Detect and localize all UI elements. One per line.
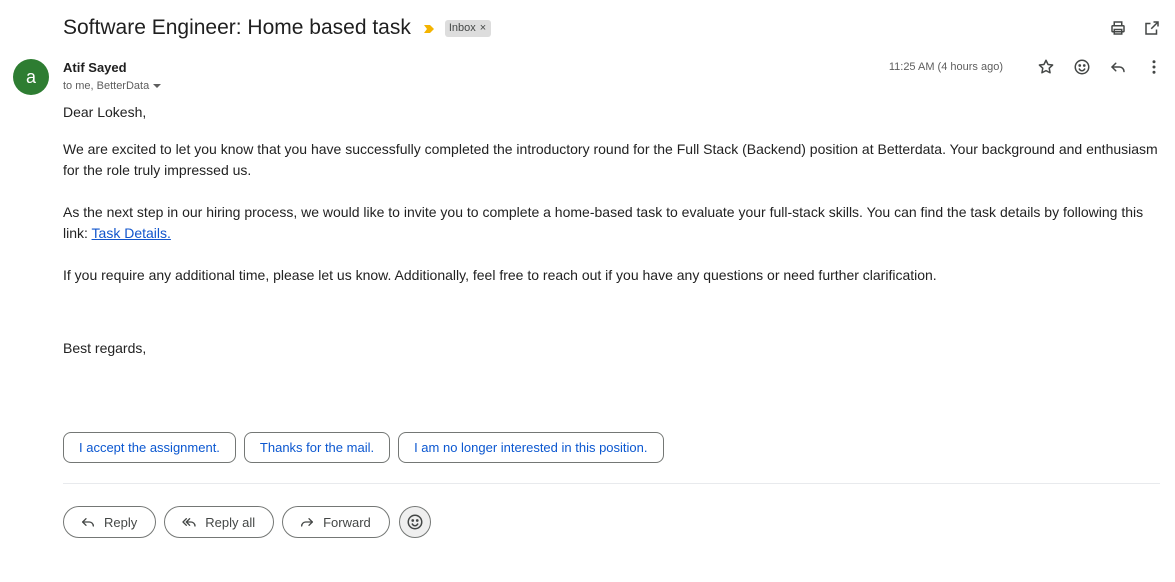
body-paragraph: We are excited to let you know that you …: [63, 141, 1158, 178]
avatar[interactable]: a: [13, 59, 49, 95]
divider: [63, 483, 1160, 484]
recipients-toggle[interactable]: to me, BetterData: [63, 80, 162, 92]
more-vert-icon[interactable]: [1145, 58, 1163, 76]
reply-icon[interactable]: [1109, 58, 1127, 76]
timestamp: 11:25 AM (4 hours ago): [888, 61, 1003, 73]
body-paragraph: If you require any additional time, plea…: [63, 267, 937, 283]
email-body: Dear Lokesh, We are excited to let you k…: [63, 102, 1158, 380]
message-meta: 11:25 AM (4 hours ago): [889, 58, 1163, 76]
importance-marker-icon[interactable]: [423, 22, 435, 34]
print-icon[interactable]: [1109, 19, 1127, 37]
body-paragraph-text: As the next step in our hiring process, …: [63, 204, 1144, 241]
email-subject-row: Software Engineer: Home based task Inbox…: [63, 14, 492, 42]
emoji-icon: [407, 514, 423, 530]
remove-label-icon[interactable]: ×: [480, 22, 486, 34]
reply-actions: Reply Reply all Forward: [63, 506, 431, 538]
email-subject: Software Engineer: Home based task: [63, 16, 411, 39]
emoji-icon[interactable]: [1073, 58, 1091, 76]
forward-button[interactable]: Forward: [282, 506, 390, 538]
reply-all-button[interactable]: Reply all: [164, 506, 275, 538]
reply-label: Reply: [104, 514, 138, 530]
inbox-label-text: Inbox: [448, 21, 476, 34]
avatar-letter: a: [25, 66, 36, 87]
star-icon[interactable]: [1037, 58, 1055, 76]
reply-all-icon: [182, 518, 196, 527]
open-in-new-window-icon[interactable]: [1143, 19, 1161, 37]
recipients-text: to me, BetterData: [63, 80, 150, 92]
reply-all-label: Reply all: [205, 514, 256, 530]
body-paragraph: As the next step in our hiring process, …: [63, 202, 1158, 244]
inbox-label-chip[interactable]: Inbox ×: [444, 19, 492, 37]
forward-icon: [301, 518, 314, 527]
smart-reply-accept[interactable]: I accept the assignment.: [63, 432, 236, 463]
smart-reply-thanks[interactable]: Thanks for the mail.: [243, 432, 391, 463]
caret-down-icon: [153, 84, 162, 88]
thread-toolbar: [1109, 19, 1161, 37]
sender-name[interactable]: Atif Sayed: [63, 60, 127, 75]
greeting: Dear Lokesh,: [63, 104, 147, 120]
smart-reply-not-interested[interactable]: I am no longer interested in this positi…: [398, 432, 664, 463]
reply-button[interactable]: Reply: [63, 506, 157, 538]
smart-replies: I accept the assignment. Thanks for the …: [63, 432, 664, 463]
reply-icon: [82, 518, 94, 527]
task-details-link[interactable]: Task Details.: [92, 225, 171, 241]
forward-label: Forward: [323, 514, 371, 530]
closing: Best regards,: [63, 340, 147, 356]
emoji-reaction-button[interactable]: [398, 506, 431, 538]
